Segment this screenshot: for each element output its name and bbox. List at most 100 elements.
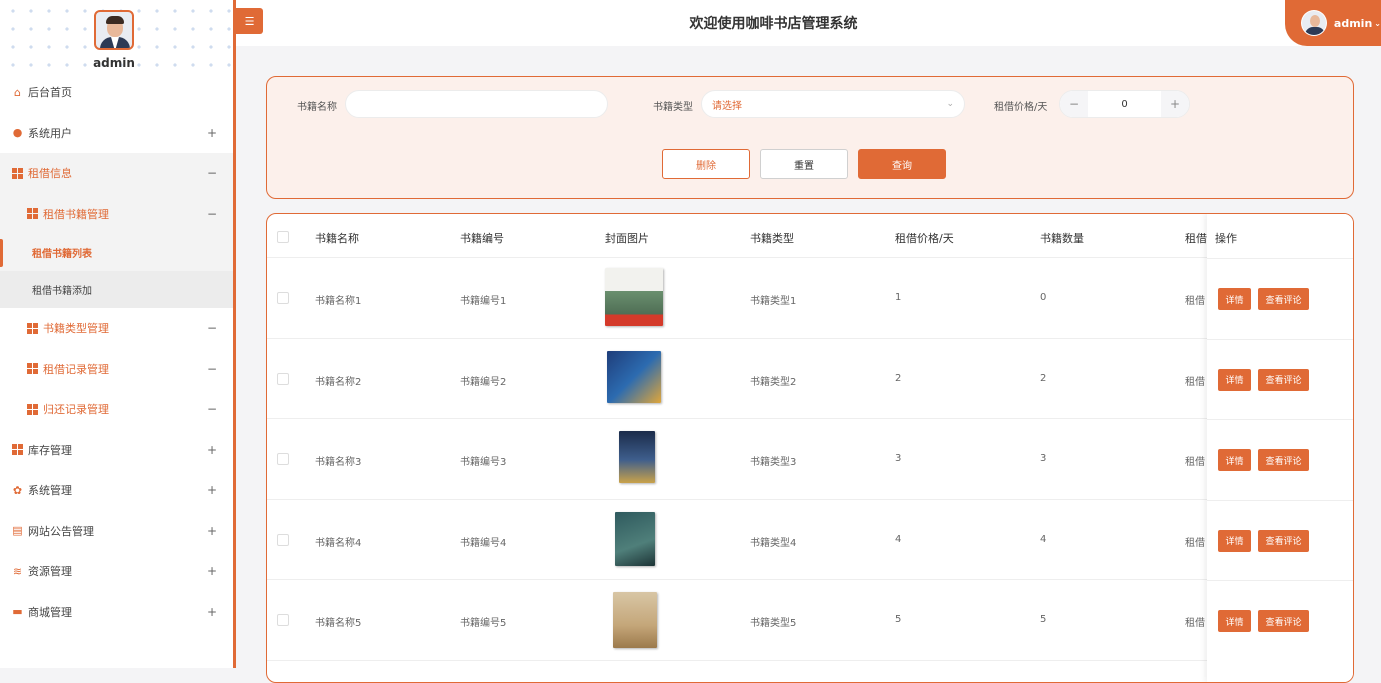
sidebar-item-system-mgmt[interactable]: ✿ 系统管理 + [0,470,233,511]
avatar[interactable] [94,10,134,50]
sidebar: admin ⌂ 后台首页 ● 系统用户 + 租借信息 − 租借书籍管理 − 租借… [0,0,236,668]
book-name-cell: 书籍名称2 [315,376,362,388]
detail-button[interactable]: 详情 [1218,610,1251,632]
table-row: 书籍名称5 书籍编号5 书籍类型5 5 5 租借 [267,580,1353,661]
row-checkbox[interactable] [277,372,289,385]
quantity-cell: 5 [1040,614,1047,625]
price-label: 租借价格/天 [994,102,1048,113]
chevron-down-icon: ⌄ [1374,18,1381,28]
row-checkbox[interactable] [277,614,289,626]
increment-button[interactable]: + [1161,91,1189,117]
reset-button[interactable]: 重置 [760,149,848,179]
sidebar-username: admin [93,56,135,70]
book-name-cell: 书籍名称5 [315,618,362,629]
sidebar-item-label: 系统管理 [28,484,72,498]
book-type-cell: 书籍类型4 [750,537,797,549]
sidebar-item-label: 商城管理 [28,605,72,619]
book-type-select[interactable]: 请选择 ⌄ [701,90,965,118]
sidebar-item-label: 租借书籍添加 [32,286,92,297]
user-menu-label: admin [1333,16,1373,30]
quantity-cell: 0 [1040,292,1047,303]
sidebar-item-rental-book-add[interactable]: 租借书籍添加 [0,271,233,308]
book-code-cell: 书籍编号5 [460,618,507,629]
detail-button[interactable]: 详情 [1218,368,1251,391]
column-header[interactable]: 封面图片 [605,230,649,246]
expand-icon: + [206,604,217,619]
row-checkbox[interactable] [277,453,289,465]
expand-icon: + [206,483,217,498]
book-cover-image [605,268,663,328]
sidebar-item-label: 后台首页 [28,86,72,100]
chevron-down-icon: ⌄ [946,99,954,109]
price-input[interactable]: 0 [1088,91,1161,117]
detail-button[interactable]: 详情 [1218,529,1251,552]
view-reviews-button[interactable]: 查看评论 [1258,610,1309,632]
sidebar-item-rental-book-list[interactable]: 租借书籍列表 [0,234,233,271]
database-icon: ≋ [12,564,23,578]
column-header[interactable]: 书籍名称 [315,230,359,246]
rental-cell: 租借 [1185,457,1205,468]
book-code-cell: 书籍编号2 [460,376,507,388]
rental-cell: 租借 [1185,376,1205,388]
user-menu[interactable]: admin ⌄ [1285,0,1381,46]
grid-icon [12,167,23,179]
collapse-icon: − [206,321,217,336]
decrement-button[interactable]: − [1060,91,1088,117]
sidebar-item-label: 库存管理 [28,443,72,457]
expand-icon: + [206,523,217,538]
table-header: 书籍名称 书籍编号 封面图片 书籍类型 租借价格/天 书籍数量 租借 [267,214,1353,258]
sidebar-item-rental-info[interactable]: 租借信息 − [0,153,233,194]
sidebar-item-label: 资源管理 [28,565,72,579]
book-type-cell: 书籍类型5 [750,618,797,629]
user-icon: ● [12,126,23,140]
column-header[interactable]: 书籍数量 [1040,230,1084,246]
book-table: 书籍名称 书籍编号 封面图片 书籍类型 租借价格/天 书籍数量 租借 书籍名称1… [266,213,1354,683]
book-cover-image [605,590,663,650]
sidebar-item-book-type-mgmt[interactable]: 书籍类型管理 − [0,308,233,349]
view-reviews-button[interactable]: 查看评论 [1258,529,1309,552]
delete-button[interactable]: 删除 [662,149,750,179]
book-cover-image [605,349,663,409]
top-header: ☰ 欢迎使用咖啡书店管理系统 admin ⌄ [236,0,1381,46]
view-reviews-button[interactable]: 查看评论 [1258,368,1309,391]
book-name-input[interactable] [345,90,608,118]
sidebar-profile: admin [0,0,233,72]
book-name-cell: 书籍名称3 [315,457,362,468]
sidebar-item-label: 租借记录管理 [43,362,109,376]
book-type-placeholder: 请选择 [712,100,742,112]
column-header[interactable]: 租借 [1185,230,1207,246]
column-header[interactable]: 书籍编号 [460,230,504,246]
collapse-icon: − [206,206,217,221]
sidebar-item-rental-record-mgmt[interactable]: 租借记录管理 − [0,349,233,390]
shop-icon: ▬ [12,605,23,619]
detail-button[interactable]: 详情 [1218,449,1251,471]
sidebar-item-inventory[interactable]: 库存管理 + [0,430,233,471]
grid-icon [27,208,38,220]
row-checkbox[interactable] [277,292,289,304]
book-name-cell: 书籍名称1 [315,296,362,307]
collapse-icon: − [206,402,217,417]
sidebar-item-return-record-mgmt[interactable]: 归还记录管理 − [0,389,233,430]
view-reviews-button[interactable]: 查看评论 [1258,288,1309,310]
sidebar-item-shop-mgmt[interactable]: ▬ 商城管理 + [0,592,233,633]
column-header[interactable]: 书籍类型 [750,230,794,246]
row-checkbox[interactable] [277,533,289,546]
book-code-cell: 书籍编号3 [460,457,507,468]
view-reviews-button[interactable]: 查看评论 [1258,449,1309,471]
sidebar-item-resource-mgmt[interactable]: ≋ 资源管理 + [0,551,233,592]
grid-icon [12,444,23,456]
book-type-cell: 书籍类型3 [750,457,797,468]
sidebar-item-rental-book-mgmt[interactable]: 租借书籍管理 − [0,193,233,234]
sidebar-item-notice-mgmt[interactable]: ▤ 网站公告管理 + [0,511,233,552]
quantity-cell: 2 [1040,372,1047,384]
price-cell: 3 [895,453,902,464]
expand-icon: + [206,564,217,579]
detail-button[interactable]: 详情 [1218,288,1251,310]
query-button[interactable]: 查询 [858,149,946,179]
sidebar-item-system-users[interactable]: ● 系统用户 + [0,113,233,154]
column-header[interactable]: 租借价格/天 [895,230,954,246]
book-cover-image [605,510,663,570]
grid-icon [27,322,38,334]
sidebar-item-home[interactable]: ⌂ 后台首页 [0,72,233,113]
select-all-checkbox[interactable] [277,231,289,243]
